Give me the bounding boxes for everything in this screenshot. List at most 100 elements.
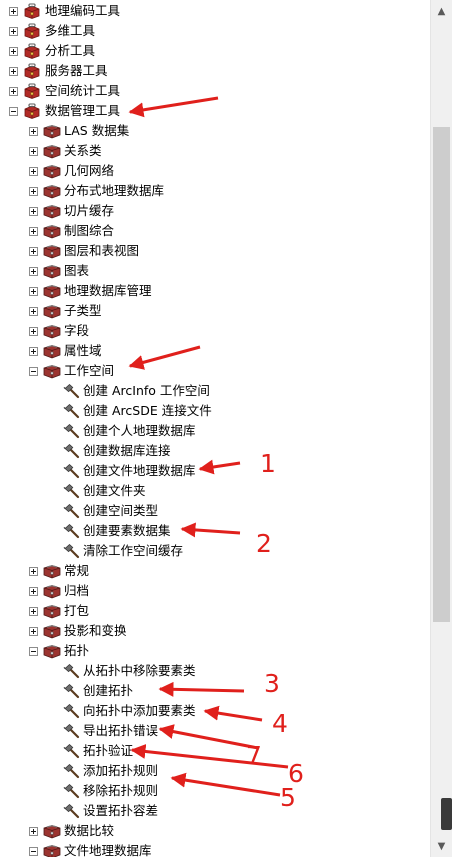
toolset-icon <box>43 643 61 659</box>
tree-item[interactable]: 几何网络 <box>0 161 430 181</box>
expand-icon[interactable] <box>29 627 38 636</box>
tree-item-label: 分析工具 <box>45 43 96 58</box>
tree-item[interactable]: 创建 ArcSDE 连接文件 <box>0 401 430 421</box>
expand-icon[interactable] <box>29 227 38 236</box>
expand-icon[interactable] <box>29 827 38 836</box>
tree-item[interactable]: 导出拓扑错误 <box>0 721 430 741</box>
collapse-icon[interactable] <box>9 107 18 116</box>
tree-item[interactable]: 空间统计工具 <box>0 81 430 101</box>
tree-item[interactable]: 创建文件地理数据库 <box>0 461 430 481</box>
hammer-icon <box>63 803 81 819</box>
tree-item[interactable]: 移除拓扑规则 <box>0 781 430 801</box>
tree-item[interactable]: 创建数据库连接 <box>0 441 430 461</box>
tree-item[interactable]: 关系类 <box>0 141 430 161</box>
toolset-icon <box>43 283 61 299</box>
tree-item[interactable]: 数据比较 <box>0 821 430 841</box>
toolset-icon <box>43 823 61 839</box>
expand-icon[interactable] <box>29 247 38 256</box>
tree-item[interactable]: 创建拓扑 <box>0 681 430 701</box>
tree-item[interactable]: 数据管理工具 <box>0 101 430 121</box>
tree-item[interactable]: 创建文件夹 <box>0 481 430 501</box>
tree-item[interactable]: 工作空间 <box>0 361 430 381</box>
tree-item[interactable]: LAS 数据集 <box>0 121 430 141</box>
expand-icon[interactable] <box>29 347 38 356</box>
tree-item-label: 创建文件夹 <box>83 483 146 498</box>
tree-item[interactable]: 切片缓存 <box>0 201 430 221</box>
tree-item[interactable]: 图表 <box>0 261 430 281</box>
tree-item[interactable]: 添加拓扑规则 <box>0 761 430 781</box>
toolset-icon <box>43 123 61 139</box>
tree-item[interactable]: 向拓扑中添加要素类 <box>0 701 430 721</box>
tree-item[interactable]: 字段 <box>0 321 430 341</box>
expand-icon[interactable] <box>9 87 18 96</box>
hammer-icon <box>63 523 81 539</box>
tree-item[interactable]: 常规 <box>0 561 430 581</box>
tree-item[interactable]: 创建 ArcInfo 工作空间 <box>0 381 430 401</box>
collapse-icon[interactable] <box>29 367 38 376</box>
expand-icon[interactable] <box>9 27 18 36</box>
tree-item[interactable]: 多维工具 <box>0 21 430 41</box>
scrollbar-thumb[interactable] <box>433 127 450 622</box>
expand-icon[interactable] <box>29 187 38 196</box>
expand-icon[interactable] <box>29 147 38 156</box>
toolset-icon <box>43 203 61 219</box>
tree-item[interactable]: 拓扑 <box>0 641 430 661</box>
tree-item[interactable]: 图层和表视图 <box>0 241 430 261</box>
collapse-icon[interactable] <box>29 847 38 856</box>
tree-item[interactable]: 制图综合 <box>0 221 430 241</box>
tree-item-label: 打包 <box>64 603 90 618</box>
chevron-up-icon[interactable]: ▲ <box>431 0 452 22</box>
tree-item[interactable]: 属性域 <box>0 341 430 361</box>
hammer-icon <box>63 683 81 699</box>
tree-item[interactable]: 分布式地理数据库 <box>0 181 430 201</box>
tree-item[interactable]: 投影和变换 <box>0 621 430 641</box>
tree-item[interactable]: 创建要素数据集 <box>0 521 430 541</box>
toolset-icon <box>43 843 61 857</box>
tree-item[interactable]: 归档 <box>0 581 430 601</box>
expand-icon[interactable] <box>9 7 18 16</box>
collapse-icon[interactable] <box>29 647 38 656</box>
resize-grip[interactable] <box>441 798 452 830</box>
tree-item[interactable]: 清除工作空间缓存 <box>0 541 430 561</box>
tree-item[interactable]: 地理编码工具 <box>0 1 430 21</box>
vertical-scrollbar[interactable]: ▲ ▼ <box>430 0 452 857</box>
tree-item-label: 数据比较 <box>64 823 115 838</box>
tree-item[interactable]: 文件地理数据库 <box>0 841 430 857</box>
toolset-icon <box>43 603 61 619</box>
tree-item-label: 数据管理工具 <box>45 103 121 118</box>
expand-icon[interactable] <box>9 47 18 56</box>
expand-icon[interactable] <box>29 167 38 176</box>
tree-item-label: 制图综合 <box>64 223 115 238</box>
tree-item[interactable]: 打包 <box>0 601 430 621</box>
tree-item-label: 创建空间类型 <box>83 503 159 518</box>
tree-item-label: 字段 <box>64 323 90 338</box>
tree-item[interactable]: 设置拓扑容差 <box>0 801 430 821</box>
hammer-icon <box>63 703 81 719</box>
tree-item[interactable]: 创建空间类型 <box>0 501 430 521</box>
expand-icon[interactable] <box>29 207 38 216</box>
tree-item[interactable]: 从拓扑中移除要素类 <box>0 661 430 681</box>
expand-icon[interactable] <box>29 307 38 316</box>
hammer-icon <box>63 663 81 679</box>
expand-icon[interactable] <box>29 607 38 616</box>
tree-item[interactable]: 分析工具 <box>0 41 430 61</box>
expand-icon[interactable] <box>9 67 18 76</box>
tree-item[interactable]: 拓扑验证 <box>0 741 430 761</box>
expand-icon[interactable] <box>29 287 38 296</box>
tree-item[interactable]: 服务器工具 <box>0 61 430 81</box>
tree-item-label: 移除拓扑规则 <box>83 783 159 798</box>
tree-item[interactable]: 子类型 <box>0 301 430 321</box>
tree-item-label: 拓扑 <box>64 643 90 658</box>
expand-icon[interactable] <box>29 567 38 576</box>
expand-icon[interactable] <box>29 587 38 596</box>
expand-icon[interactable] <box>29 327 38 336</box>
tree-item-label: 服务器工具 <box>45 63 108 78</box>
tree-item[interactable]: 地理数据库管理 <box>0 281 430 301</box>
expand-icon[interactable] <box>29 127 38 136</box>
tree-item-label: 设置拓扑容差 <box>83 803 159 818</box>
tree-item[interactable]: 创建个人地理数据库 <box>0 421 430 441</box>
hammer-icon <box>63 463 81 479</box>
toolset-icon <box>43 303 61 319</box>
chevron-down-icon[interactable]: ▼ <box>431 835 452 857</box>
expand-icon[interactable] <box>29 267 38 276</box>
